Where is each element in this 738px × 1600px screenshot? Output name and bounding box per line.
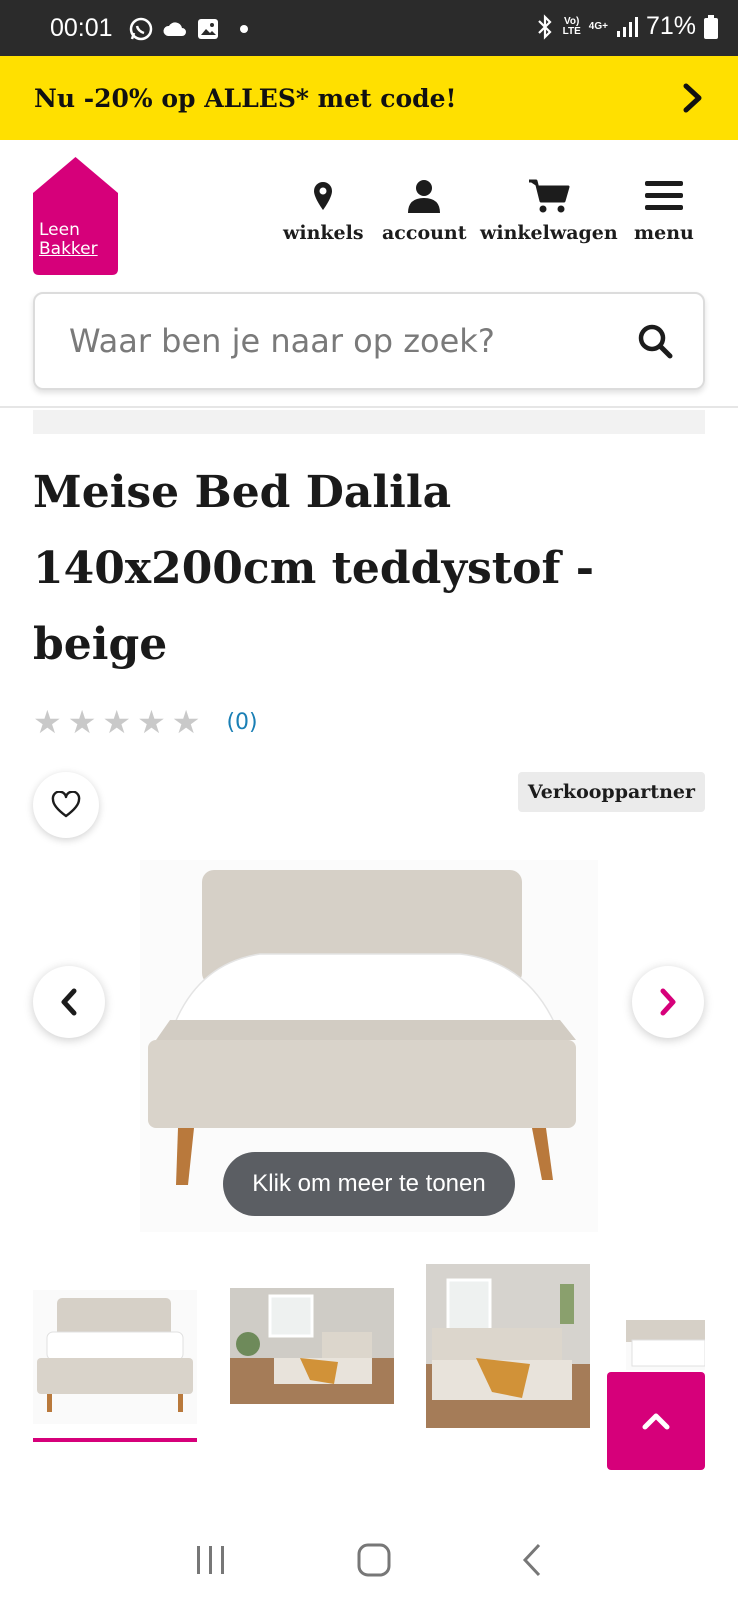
status-time: 00:01 [50, 14, 113, 42]
status-bar: 00:01 Vo) LTE 4G+ 71% [0, 0, 738, 56]
product-title: Meise Bed Dalila 140x200cm teddystof - b… [33, 467, 594, 670]
nav-account-label: account [382, 222, 467, 244]
search-icon[interactable] [637, 323, 673, 359]
cloud-icon [163, 22, 186, 36]
nav-menu[interactable]: menu [634, 178, 694, 244]
favorite-button[interactable] [33, 772, 99, 838]
thumbnail-active-indicator [33, 1438, 197, 1442]
chevron-right-icon [683, 83, 702, 113]
seller-badge: Verkooppartner [517, 772, 705, 812]
system-navigation-bar [0, 1520, 738, 1600]
gallery-icon [198, 19, 218, 39]
heart-icon [51, 791, 81, 818]
star-icon: ★ [102, 703, 132, 741]
review-count-link[interactable]: (0) [226, 710, 257, 735]
user-icon [408, 180, 441, 213]
next-image-button[interactable] [632, 966, 704, 1038]
nav-winkels[interactable]: winkels [283, 178, 364, 244]
thumbnail-2[interactable] [230, 1288, 394, 1404]
cart-icon [528, 179, 570, 213]
map-pin-icon [314, 182, 333, 210]
promo-banner[interactable]: Nu -20% op ALLES* met code! [0, 56, 738, 140]
chevron-up-icon [642, 1413, 670, 1430]
hamburger-icon [644, 181, 683, 210]
chevron-right-icon [660, 988, 676, 1016]
star-icon: ★ [67, 703, 97, 741]
nav-winkelwagen-label: winkelwagen [480, 222, 618, 244]
star-icon: ★ [33, 703, 62, 741]
show-more-pill[interactable]: Klik om meer te tonen [223, 1152, 515, 1216]
thumbnail-3[interactable] [426, 1264, 590, 1428]
scroll-to-top-button[interactable] [607, 1372, 705, 1470]
signal-icon [616, 16, 638, 37]
volte-label: Vo) [564, 15, 580, 27]
nav-winkelwagen[interactable]: winkelwagen [480, 178, 618, 244]
nav-winkels-label: winkels [283, 222, 364, 244]
thumbnail-1[interactable] [33, 1290, 197, 1424]
star-icon: ★ [171, 703, 201, 741]
logo[interactable]: Leen Bakker [33, 157, 118, 275]
breadcrumb-placeholder [33, 410, 705, 434]
prev-image-button[interactable] [33, 966, 105, 1038]
network-type: 4G+ [588, 20, 608, 32]
logo-line1: Leen [39, 220, 80, 240]
search-bar[interactable] [33, 292, 705, 390]
nav-account[interactable]: account [382, 178, 467, 244]
chevron-left-icon [61, 988, 77, 1016]
rating[interactable]: ★ ★ ★ ★ ★ (0) [33, 706, 258, 738]
notification-dot-icon [240, 25, 248, 33]
whatsapp-icon [129, 17, 153, 41]
battery-percent: 71% [645, 12, 696, 40]
lte-label: LTE [562, 25, 581, 37]
recent-apps-icon[interactable] [194, 1544, 228, 1576]
home-icon[interactable] [356, 1542, 392, 1578]
star-icon: ★ [137, 703, 166, 741]
promo-text: Nu -20% op ALLES* met code! [34, 83, 457, 113]
back-icon[interactable] [520, 1542, 544, 1578]
header-divider [0, 406, 738, 408]
search-input[interactable] [69, 322, 589, 360]
thumbnail-4[interactable] [626, 1320, 705, 1370]
logo-line2: Bakker [39, 239, 98, 259]
bluetooth-icon [537, 13, 552, 40]
battery-icon [704, 14, 718, 39]
nav-menu-label: menu [634, 222, 694, 244]
